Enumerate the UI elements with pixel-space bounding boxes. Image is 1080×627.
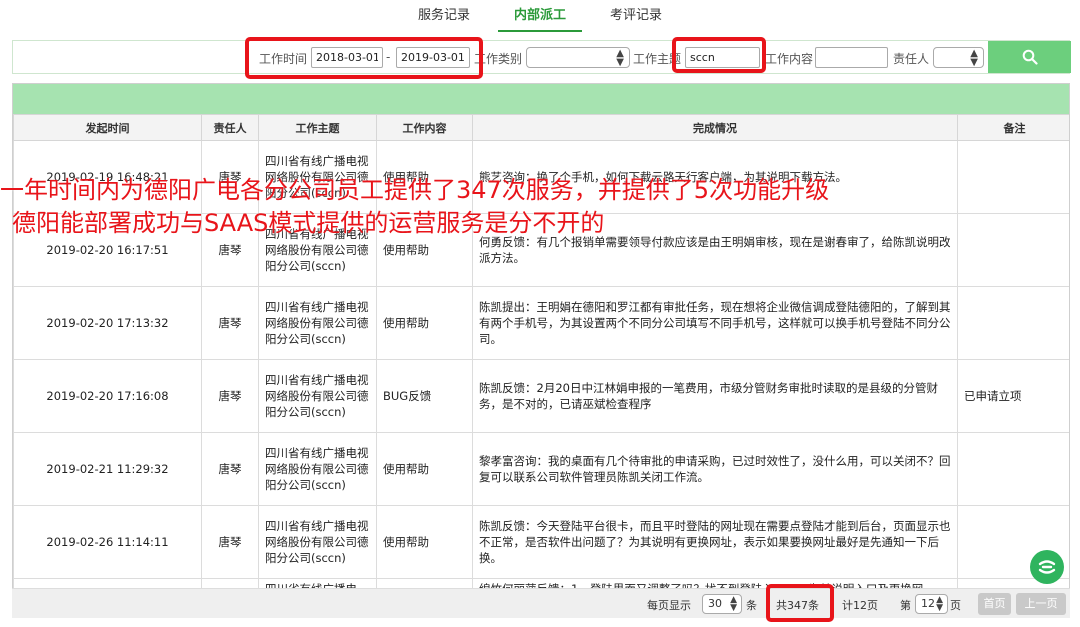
overlay-caption-line2: 德阳能部署成功与SAAS模式提供的运营服务是分不开的 — [12, 209, 605, 237]
service-logo-icon — [1038, 560, 1056, 574]
table-row[interactable]: 2019-02-20 17:13:32 唐琴 四川省有线广播电视网络股份有限公司… — [13, 286, 1069, 360]
select-arrows-icon: ▲ ▼ — [730, 595, 737, 613]
app-window: 服务记录 内部派工 考评记录 工作时间 - 工作类别 ▲▼ 工作主题 工作内容 … — [0, 0, 1080, 627]
cell-note — [957, 140, 1069, 214]
cell-note — [957, 213, 1069, 287]
col-header-type[interactable]: 工作内容 — [376, 114, 473, 141]
col-header-time[interactable]: 发起时间 — [13, 114, 202, 141]
cell-owner: 唐琴 — [201, 505, 259, 579]
search-button[interactable] — [988, 41, 1071, 73]
select-arrows-icon: ▲ ▼ — [936, 595, 943, 613]
tab-evaluation-records[interactable]: 考评记录 — [594, 0, 678, 32]
col-header-status[interactable]: 完成情况 — [472, 114, 958, 141]
col-header-note[interactable]: 备注 — [957, 114, 1069, 141]
content-input[interactable] — [815, 47, 888, 68]
tab-internal-dispatch[interactable]: 内部派工 — [498, 0, 582, 32]
cell-time: 2019-02-21 11:29:32 — [13, 432, 202, 506]
cell-type: BUG反馈 — [376, 359, 473, 433]
col-header-owner[interactable]: 责任人 — [201, 114, 259, 141]
cell-owner: 唐琴 — [201, 359, 259, 433]
floating-action-button[interactable] — [1030, 550, 1064, 584]
grid-toolbar-band — [13, 84, 1069, 114]
owner-select[interactable]: ▲ ▼ — [933, 47, 984, 68]
cell-subject: 四川省有线广播电视网络股份有限公司德阳分公司(sccn) — [258, 359, 377, 433]
select-arrows-icon: ▲ ▼ — [970, 48, 978, 68]
filter-bar: 工作时间 - 工作类别 ▲▼ 工作主题 工作内容 责任人 ▲▼ — [12, 40, 1071, 74]
page-select[interactable]: 12 ▲ ▼ — [915, 594, 948, 614]
content-label: 工作内容 — [765, 52, 814, 66]
table-row[interactable]: 2019-02-20 17:16:08 唐琴 四川省有线广播电视网络股份有限公司… — [13, 359, 1069, 433]
pagination-bar: 每页显示 30 ▲ ▼ 条 共347条 计12页 第 12 ▲ ▼ 页 首页 上一页 — [12, 588, 1070, 618]
highlight-date-range — [245, 37, 483, 79]
per-page-value: 30 — [708, 597, 722, 610]
tab-service-records[interactable]: 服务记录 — [402, 0, 486, 32]
select-arrows-icon: ▲ ▼ — [616, 48, 624, 68]
table-row[interactable]: 2019-02-26 11:14:11 唐琴 四川省有线广播电视网络股份有限公司… — [13, 505, 1069, 579]
cell-status: 黎孝富咨询：我的桌面有几个待审批的申请采购，已过时效性了，没什么用，可以关闭不？… — [472, 432, 958, 506]
cell-owner: 唐琴 — [201, 286, 259, 360]
cell-owner: 唐琴 — [201, 432, 259, 506]
records-grid: 发起时间 责任人 工作主题 工作内容 完成情况 备注 2019-02-19 16… — [12, 83, 1070, 617]
cell-time: 2019-02-26 11:14:11 — [13, 505, 202, 579]
owner-label: 责任人 — [893, 52, 930, 66]
table-row[interactable]: 2019-02-21 11:29:32 唐琴 四川省有线广播电视网络股份有限公司… — [13, 432, 1069, 506]
cell-note: 已申请立项 — [957, 359, 1069, 433]
cell-note — [957, 432, 1069, 506]
cell-status: 陈凯反馈：今天登陆平台很卡，而且平时登陆的网址现在需要点登陆才能到后台，页面显示… — [472, 505, 958, 579]
cell-status: 陈凯提出：王明娟在德阳和罗江都有审批任务，现在想将企业微信调成登陆德阳的，了解到… — [472, 286, 958, 360]
page-value: 12 — [921, 597, 935, 610]
highlight-subject — [672, 37, 766, 73]
cell-subject: 四川省有线广播电视网络股份有限公司德阳分公司(sccn) — [258, 286, 377, 360]
per-page-label: 每页显示 — [647, 599, 691, 612]
page-prefix: 第 — [900, 599, 911, 612]
cell-subject: 四川省有线广播电视网络股份有限公司德阳分公司(sccn) — [258, 432, 377, 506]
highlight-total-count — [766, 584, 834, 622]
cell-note — [957, 286, 1069, 360]
cell-subject: 四川省有线广播电视网络股份有限公司德阳分公司(sccn) — [258, 505, 377, 579]
cell-status: 陈凯反馈：2月20日中江林娟申报的一笔费用，市级分管财务审批时读取的是县级的分管… — [472, 359, 958, 433]
col-header-subject[interactable]: 工作主题 — [258, 114, 377, 141]
prev-page-button[interactable]: 上一页 — [1016, 593, 1066, 615]
cell-time: 2019-02-20 17:16:08 — [13, 359, 202, 433]
per-page-unit: 条 — [746, 599, 757, 612]
category-select[interactable]: ▲ ▼ — [526, 47, 630, 68]
per-page-select[interactable]: 30 ▲ ▼ — [702, 594, 742, 614]
top-tabs: 服务记录 内部派工 考评记录 — [0, 0, 1080, 34]
total-pages: 计12页 — [842, 599, 878, 612]
page-suffix: 页 — [950, 599, 961, 612]
overlay-caption-line1: 一年时间内为德阳广电各分公司员工提供了347次服务，并提供了5次功能升级 — [0, 176, 830, 204]
cell-type: 使用帮助 — [376, 432, 473, 506]
first-page-button[interactable]: 首页 — [978, 593, 1011, 615]
cell-type: 使用帮助 — [376, 286, 473, 360]
cell-type: 使用帮助 — [376, 505, 473, 579]
cell-time: 2019-02-20 17:13:32 — [13, 286, 202, 360]
table-header: 发起时间 责任人 工作主题 工作内容 完成情况 备注 — [13, 114, 1069, 141]
search-icon — [1022, 49, 1038, 65]
